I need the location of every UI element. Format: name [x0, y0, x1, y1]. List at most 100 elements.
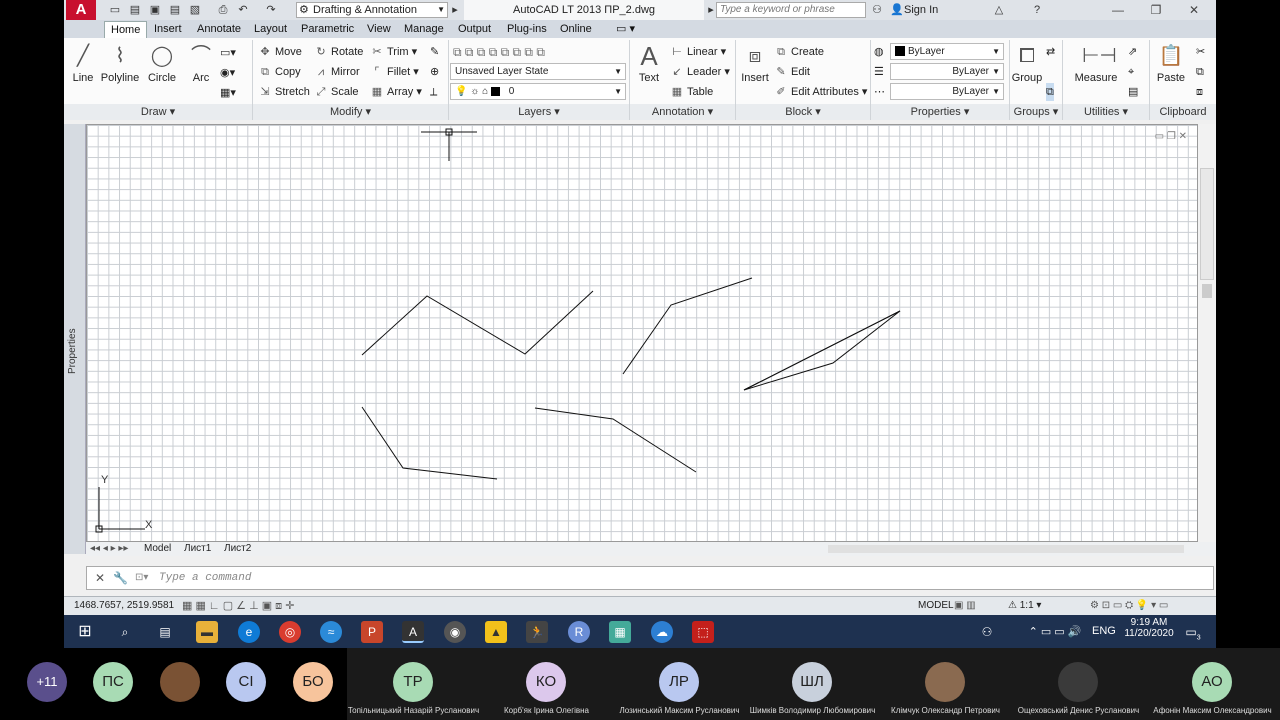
tab-output[interactable]: Output	[452, 21, 497, 38]
more-participants-badge[interactable]: +11	[27, 662, 67, 702]
array-button[interactable]: ▦ Array ▾	[370, 83, 422, 101]
layout-icons[interactable]: ▣ ▥	[954, 597, 976, 615]
annotation-scale[interactable]: ⚠ 1:1 ▾	[1008, 597, 1041, 615]
viewport-controls[interactable]: ▭ ❐ ✕	[1155, 131, 1187, 142]
move-button[interactable]: ✥ Move	[258, 43, 302, 61]
group-selection-icon[interactable]: ⧉	[1046, 83, 1054, 101]
layer-tools-icons[interactable]: ⧉ ⧉ ⧉ ⧉ ⧉ ⧉ ⧉ ⧉	[453, 43, 545, 61]
paste-button[interactable]: 📋 Paste	[1154, 42, 1188, 84]
windows-start-icon[interactable]: ⊞	[74, 621, 96, 643]
layer-dropdown[interactable]: 💡 ☼ ⌂ 0 ▼	[450, 83, 626, 100]
file-explorer-icon[interactable]: ▬	[196, 621, 218, 643]
search-icon[interactable]: ⌕	[114, 621, 136, 643]
ribbon-options-icon[interactable]: ▭ ▾	[610, 21, 641, 38]
linear-button[interactable]: ⊢ Linear ▾	[670, 43, 726, 61]
close-icon[interactable]: ✕	[1176, 0, 1212, 20]
gradient-icon[interactable]: ▦▾	[220, 84, 236, 102]
horizontal-scrollbar[interactable]	[828, 545, 1184, 553]
block-panel-title[interactable]: Block ▾	[736, 104, 870, 120]
nav-bar[interactable]	[1200, 168, 1214, 280]
participant-photo[interactable]	[160, 662, 200, 702]
save-as-icon[interactable]: ▤	[168, 3, 182, 17]
pdf-icon[interactable]: ⬚	[692, 621, 714, 643]
scale-button[interactable]: ⤢ Scale	[314, 83, 359, 101]
maximize-icon[interactable]: ❐	[1138, 0, 1174, 20]
task-view-icon[interactable]: ▤	[154, 621, 176, 643]
tab-parametric[interactable]: Parametric	[295, 21, 360, 38]
layers-panel-title[interactable]: Layers ▾	[449, 104, 629, 120]
insert-button[interactable]: ⧈ Insert	[738, 42, 772, 84]
new-icon[interactable]: ▭	[108, 3, 122, 17]
save-icon[interactable]: ▣	[148, 3, 162, 17]
mirror-button[interactable]: ⩘ Mirror	[314, 63, 360, 81]
participant-photo[interactable]	[925, 662, 965, 702]
hatch-icon[interactable]: ◉▾	[220, 64, 235, 82]
properties-panel-title[interactable]: Properties ▾	[871, 104, 1009, 120]
model-space-button[interactable]: MODEL	[918, 597, 954, 615]
exchange-icon[interactable]: △	[992, 3, 1006, 17]
coordinates-readout[interactable]: 1468.7657, 2519.9581	[74, 597, 174, 615]
r-app-icon[interactable]: R	[568, 621, 590, 643]
tab-layout1[interactable]: Лист1	[184, 542, 211, 556]
edit-block-button[interactable]: ✎ Edit	[774, 63, 810, 81]
participant-photo[interactable]	[1058, 662, 1098, 702]
tab-model[interactable]: Model	[144, 542, 171, 556]
minimize-icon[interactable]: —	[1100, 0, 1136, 20]
explode-icon[interactable]: ⊕	[430, 63, 439, 81]
tab-online[interactable]: Online	[554, 21, 598, 38]
polyline-button[interactable]: ⌇ Polyline	[100, 42, 140, 84]
print-icon[interactable]: ⎙	[216, 3, 230, 17]
autocad-logo-icon[interactable]: A	[66, 0, 96, 20]
drafting-toggles[interactable]: ▦ ▦ ∟ ▢ ∠ ⊥ ▣ ⧈ ✛	[182, 597, 294, 615]
groups-panel-title[interactable]: Groups ▾	[1010, 104, 1062, 120]
tab-insert[interactable]: Insert	[148, 21, 188, 38]
fillet-button[interactable]: ⌜ Fillet ▾	[370, 63, 418, 81]
stretch-button[interactable]: ⇲ Stretch	[258, 83, 309, 101]
system-tray-icons[interactable]: ⌃ ▭ ▭ 🔊	[1012, 621, 1098, 643]
draw-panel-title[interactable]: Draw ▾	[64, 104, 252, 120]
copy-clip-icon[interactable]: ⧉	[1196, 63, 1204, 81]
tab-layout2[interactable]: Лист2	[224, 542, 251, 556]
search-input[interactable]: Type a keyword or phrase	[716, 2, 866, 18]
leader-button[interactable]: ↙ Leader ▾	[670, 63, 729, 81]
wrench-icon[interactable]: 🔧	[113, 571, 128, 585]
plot-preview-icon[interactable]: ▧	[188, 3, 202, 17]
participant-avatar[interactable]: ПС	[93, 662, 133, 702]
participant-avatar[interactable]: КО	[526, 662, 566, 702]
calculator-taskbar-icon[interactable]: ▦	[609, 621, 631, 643]
trim-button[interactable]: ✂ Trim ▾	[370, 43, 417, 61]
tab-view[interactable]: View	[361, 21, 397, 38]
tab-manage[interactable]: Manage	[398, 21, 450, 38]
runner-icon[interactable]: 🏃	[526, 621, 548, 643]
tab-home[interactable]: Home	[104, 21, 148, 38]
cut-icon[interactable]: ✂	[1196, 43, 1205, 61]
color-dropdown[interactable]: ByLayer ▼	[890, 43, 1004, 60]
workspace-dropdown[interactable]: ⚙ Drafting & Annotation ▼	[296, 2, 448, 18]
cloud-icon[interactable]: ☁	[651, 621, 673, 643]
command-line[interactable]: ✕ 🔧 ⊡▾ Type a command	[86, 566, 1214, 590]
people-icon[interactable]: ⚇	[976, 621, 998, 643]
properties-palette-strip[interactable]: Properties	[64, 124, 86, 554]
edit-attributes-button[interactable]: ✐ Edit Attributes ▾	[774, 83, 867, 101]
quick-select-icon[interactable]: ⇗	[1128, 43, 1137, 61]
line-button[interactable]: ╱ Line	[68, 42, 98, 84]
arc-button[interactable]: ⌒ Arc	[186, 42, 216, 84]
ungroup-icon[interactable]: ⇄	[1046, 43, 1055, 61]
vertical-scrollbar[interactable]	[1198, 124, 1216, 542]
binoculars-icon[interactable]: ⚇	[870, 3, 884, 17]
modify-panel-title[interactable]: Modify ▾	[253, 104, 448, 120]
linetype-dropdown[interactable]: ByLayer ▼	[890, 63, 1004, 80]
redo-icon[interactable]: ↷	[264, 3, 278, 17]
create-block-button[interactable]: ⧉ Create	[774, 43, 824, 61]
calculator-icon[interactable]: ▤	[1128, 83, 1138, 101]
layer-state-dropdown[interactable]: Unsaved Layer State ▼	[450, 63, 626, 80]
id-point-icon[interactable]: ⌖	[1128, 63, 1134, 81]
command-input[interactable]: Type a command	[159, 572, 251, 584]
drive-icon[interactable]: ▲	[485, 621, 507, 643]
media-icon[interactable]: ◉	[444, 621, 466, 643]
powerpoint-icon[interactable]: P	[361, 621, 383, 643]
undo-icon[interactable]: ↶	[236, 3, 250, 17]
tab-layout[interactable]: Layout	[248, 21, 293, 38]
copy-button[interactable]: ⧉ Copy	[258, 63, 301, 81]
drawing-canvas[interactable]: Y X ▭ ❐ ✕	[86, 124, 1198, 542]
